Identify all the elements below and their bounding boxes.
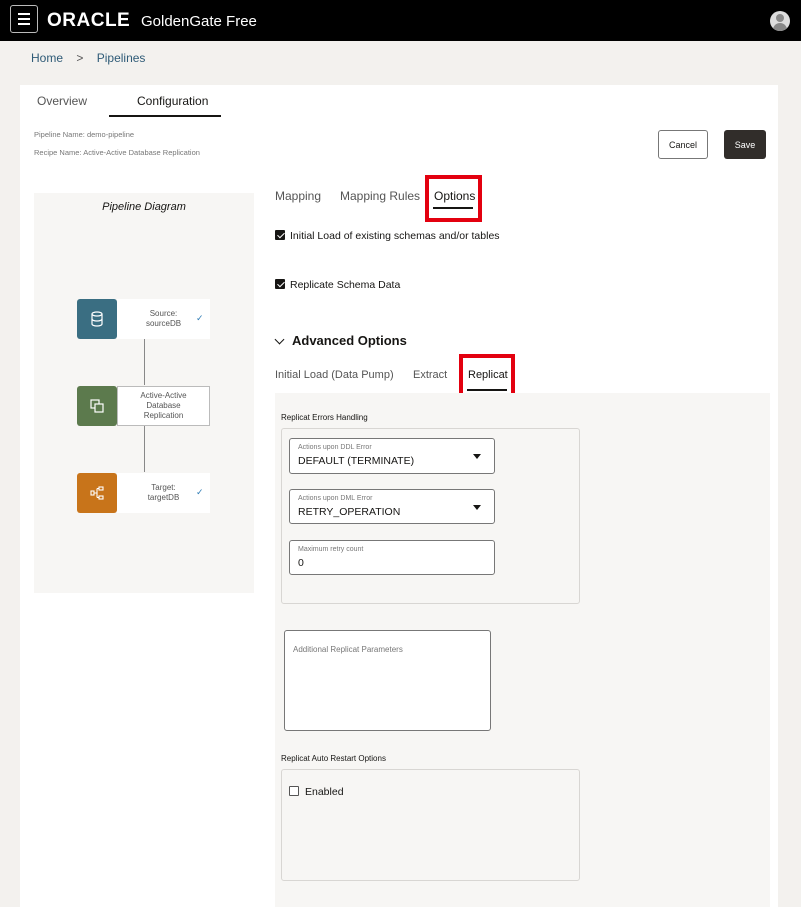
caret-down-icon	[473, 505, 481, 510]
breadcrumb-pipelines[interactable]: Pipelines	[97, 51, 146, 65]
recipe-line-3: Replication	[143, 411, 184, 420]
top-bar: ORACLE GoldenGate Free	[0, 0, 801, 41]
highlight-box	[425, 175, 482, 222]
cancel-button[interactable]: Cancel	[658, 130, 708, 159]
dml-error-select[interactable]: Actions upon DML Error RETRY_OPERATION	[289, 489, 495, 524]
recipe-name: Recipe Name: Active-Active Database Repl…	[34, 148, 200, 157]
ddl-error-label: Actions upon DDL Error	[298, 444, 372, 451]
oracle-logo: ORACLE	[47, 10, 131, 31]
auto-restart-label: Replicat Auto Restart Options	[281, 754, 386, 763]
enabled-checkbox[interactable]	[289, 786, 299, 796]
advanced-options-title[interactable]: Advanced Options	[292, 333, 407, 348]
target-check-icon: ✓	[196, 487, 204, 497]
dml-error-value: RETRY_OPERATION	[298, 506, 401, 518]
tab-overview[interactable]: Overview	[37, 94, 87, 108]
database-icon[interactable]	[77, 299, 117, 339]
initial-load-label: Initial Load of existing schemas and/or …	[290, 230, 500, 242]
source-check-icon: ✓	[196, 313, 204, 323]
recipe-line-1: Active-Active	[140, 391, 187, 400]
tab-mapping[interactable]: Mapping	[275, 189, 321, 203]
max-retry-label: Maximum retry count	[298, 546, 364, 553]
initial-load-checkbox[interactable]	[275, 230, 285, 240]
recipe-node[interactable]: Active-Active Database Replication	[117, 386, 210, 426]
pipeline-diagram: Pipeline Diagram Source: sourceDB ✓ Acti…	[34, 193, 254, 593]
tab-active-indicator	[109, 115, 221, 117]
copy-icon[interactable]	[77, 386, 117, 426]
save-button[interactable]: Save	[724, 130, 766, 159]
replicate-schema-checkbox[interactable]	[275, 279, 285, 289]
max-retry-input[interactable]: Maximum retry count 0	[289, 540, 495, 575]
menu-icon[interactable]	[10, 5, 38, 33]
tab-extract[interactable]: Extract	[413, 369, 447, 381]
tab-initial-load[interactable]: Initial Load (Data Pump)	[275, 369, 394, 381]
connector-line	[144, 426, 145, 472]
connector-line	[144, 339, 145, 385]
additional-params-textarea[interactable]: Additional Replicat Parameters	[284, 630, 491, 731]
tab-configuration[interactable]: Configuration	[137, 94, 208, 108]
breadcrumb-separator: >	[76, 51, 84, 65]
max-retry-value: 0	[298, 557, 304, 569]
enabled-label: Enabled	[305, 786, 344, 798]
dml-error-label: Actions upon DML Error	[298, 495, 373, 502]
diagram-title: Pipeline Diagram	[102, 201, 186, 213]
breadcrumb-home[interactable]: Home	[31, 51, 63, 65]
hierarchy-icon[interactable]	[77, 473, 117, 513]
replicate-schema-label: Replicate Schema Data	[290, 279, 401, 291]
product-name: GoldenGate Free	[141, 13, 257, 30]
user-avatar-icon[interactable]	[770, 11, 790, 31]
ddl-error-value: DEFAULT (TERMINATE)	[298, 455, 415, 467]
breadcrumb: Home > Pipelines	[31, 51, 155, 65]
caret-down-icon	[473, 454, 481, 459]
ddl-error-select[interactable]: Actions upon DDL Error DEFAULT (TERMINAT…	[289, 438, 495, 474]
tab-mapping-rules[interactable]: Mapping Rules	[340, 189, 420, 203]
errors-handling-label: Replicat Errors Handling	[281, 413, 368, 422]
additional-params-placeholder: Additional Replicat Parameters	[293, 645, 403, 654]
recipe-line-2: Database	[146, 401, 181, 410]
pipeline-name: Pipeline Name: demo-pipeline	[34, 130, 135, 139]
